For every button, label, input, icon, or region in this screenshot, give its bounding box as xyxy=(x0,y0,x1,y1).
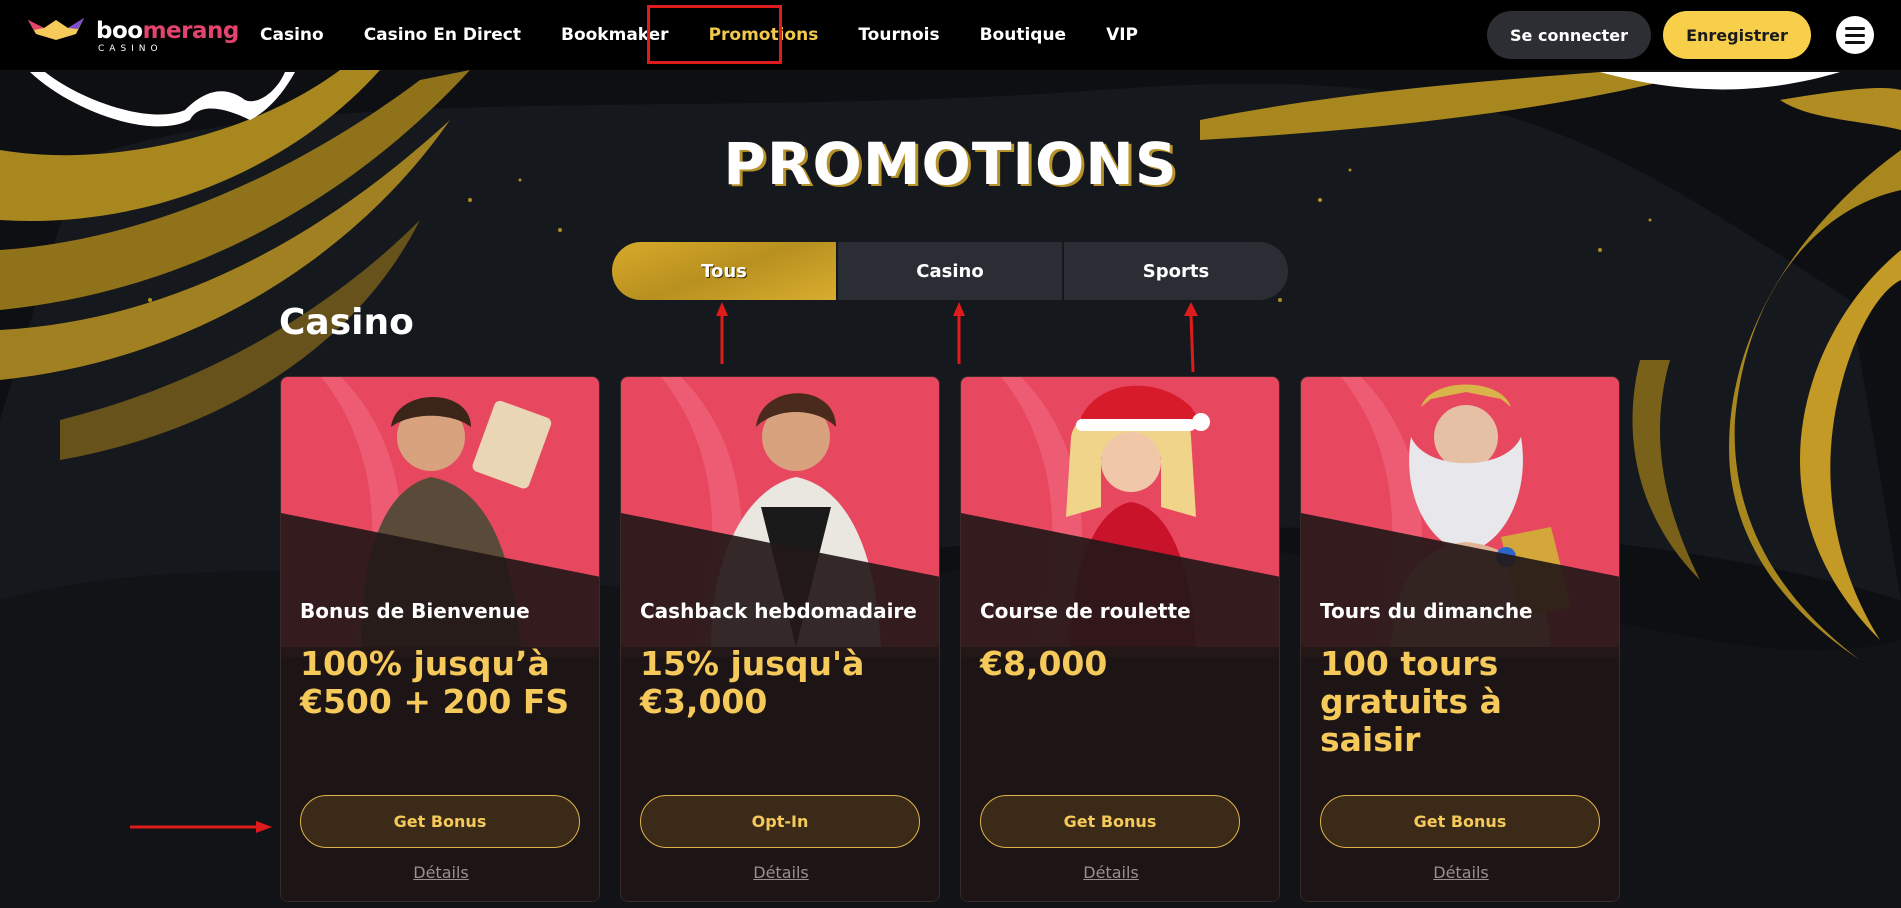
tab-tous[interactable]: Tous xyxy=(612,242,838,300)
promo-card: Course de roulette €8,000 Get Bonus Déta… xyxy=(960,376,1280,902)
promo-card-value: 15% jusqu'à €3,000 xyxy=(640,644,865,721)
details-link[interactable]: Détails xyxy=(961,863,1261,882)
promo-card: Tours du dimanche 100 tours gratuits à s… xyxy=(1300,376,1620,902)
nav-item-casino[interactable]: Casino xyxy=(240,0,344,70)
page-title: PROMOTIONS xyxy=(723,130,1178,198)
top-navigation-bar: boomerang CASINO Casino Casino En Direct… xyxy=(0,0,1901,70)
nav-item-casino-en-direct[interactable]: Casino En Direct xyxy=(344,0,541,70)
brand-subtitle: CASINO xyxy=(98,44,163,54)
nav-item-vip[interactable]: VIP xyxy=(1086,0,1158,70)
promo-card-value: €8,000 xyxy=(980,644,1108,683)
brand-logo[interactable]: boomerang CASINO xyxy=(26,12,239,58)
brand-name: boomerang xyxy=(96,18,239,44)
promo-card-title: Cashback hebdomadaire xyxy=(640,599,917,623)
promo-card-value: 100 tours gratuits à saisir xyxy=(1320,644,1502,759)
promo-card-value: 100% jusqu’à €500 + 200 FS xyxy=(300,644,570,721)
details-link[interactable]: Détails xyxy=(621,863,939,882)
hamburger-icon[interactable] xyxy=(1836,16,1874,54)
annotation-arrow-up-icon xyxy=(716,302,728,364)
nav-item-tournois[interactable]: Tournois xyxy=(838,0,959,70)
get-bonus-button[interactable]: Get Bonus xyxy=(1320,795,1600,848)
section-title: Casino xyxy=(279,302,414,343)
nav-item-boutique[interactable]: Boutique xyxy=(960,0,1087,70)
promotions-highlight-box xyxy=(647,5,782,64)
annotation-arrow-up-icon xyxy=(953,302,965,364)
register-button[interactable]: Enregistrer xyxy=(1663,11,1811,59)
opt-in-button[interactable]: Opt-In xyxy=(640,795,920,848)
annotation-arrow-right-icon xyxy=(130,821,272,833)
tab-casino[interactable]: Casino xyxy=(838,242,1064,300)
details-link[interactable]: Détails xyxy=(1301,863,1619,882)
get-bonus-button[interactable]: Get Bonus xyxy=(980,795,1240,848)
annotation-arrow-up-icon xyxy=(1184,302,1198,372)
boomerang-logo-icon xyxy=(28,18,84,40)
tab-sports[interactable]: Sports xyxy=(1064,242,1288,300)
promotion-filter-tabs: Tous Casino Sports xyxy=(612,242,1288,300)
promo-card: Bonus de Bienvenue 100% jusqu’à €500 + 2… xyxy=(280,376,600,902)
details-link[interactable]: Détails xyxy=(281,863,599,882)
get-bonus-button[interactable]: Get Bonus xyxy=(300,795,580,848)
promo-card-title: Tours du dimanche xyxy=(1320,599,1533,623)
login-button[interactable]: Se connecter xyxy=(1487,11,1651,59)
promo-card: Cashback hebdomadaire 15% jusqu'à €3,000… xyxy=(620,376,940,902)
promo-card-title: Course de roulette xyxy=(980,599,1191,623)
promo-card-title: Bonus de Bienvenue xyxy=(300,599,530,623)
